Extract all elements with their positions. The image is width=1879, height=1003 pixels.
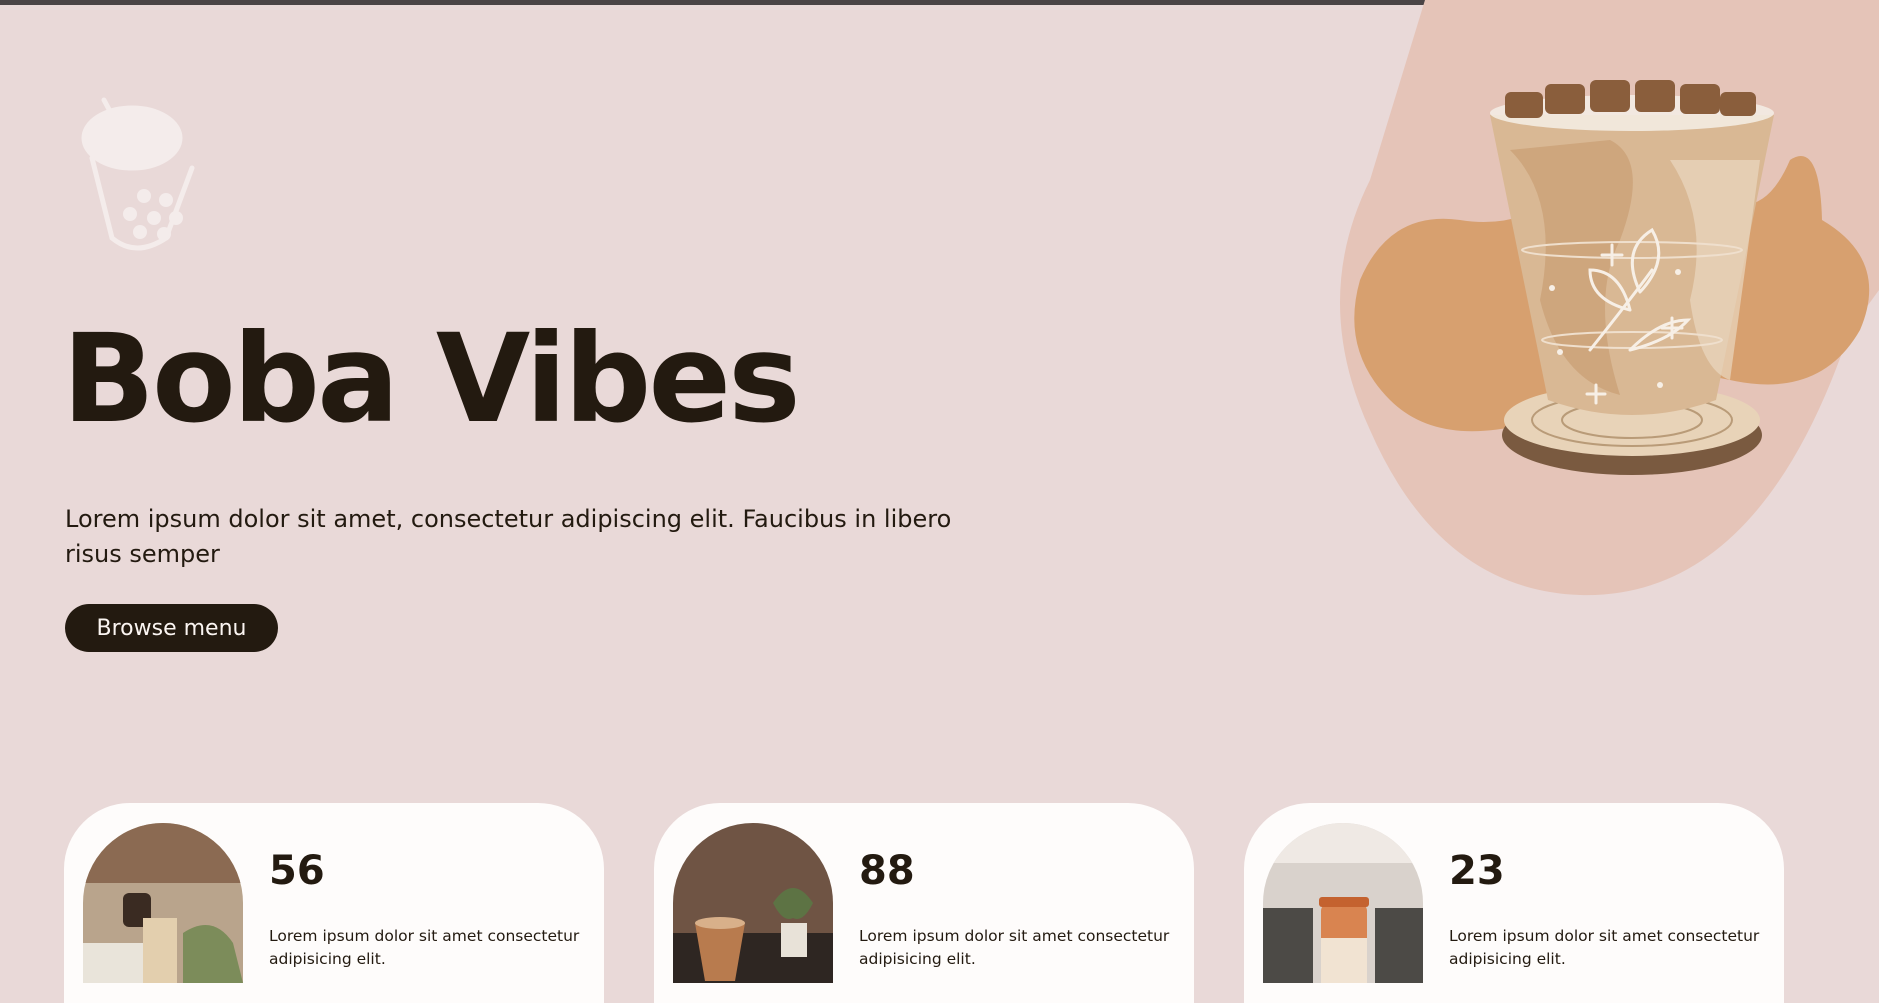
stat-card: 88 Lorem ipsum dolor sit amet consectetu…: [654, 803, 1194, 1003]
stat-description: Lorem ipsum dolor sit amet consectetur a…: [269, 927, 580, 968]
stat-description: Lorem ipsum dolor sit amet consectetur a…: [1449, 927, 1760, 968]
stat-card: 23 Lorem ipsum dolor sit amet consectetu…: [1244, 803, 1784, 1003]
hero-description: Lorem ipsum dolor sit amet, consectetur …: [65, 505, 952, 568]
browse-menu-button[interactable]: Browse menu: [65, 604, 278, 652]
stat-number: 88: [859, 848, 915, 894]
page-title: Boba Vibes: [62, 308, 801, 450]
card-photo: [83, 823, 243, 983]
boba-cup-icon: [74, 88, 214, 258]
stat-number: 56: [269, 848, 325, 894]
iced-coffee-cup-icon: [1290, 0, 1879, 600]
card-photo: [1263, 823, 1423, 983]
stat-card: 56 Lorem ipsum dolor sit amet consectetu…: [64, 803, 604, 1003]
card-photo: [673, 823, 833, 983]
stat-description: Lorem ipsum dolor sit amet consectetur a…: [859, 927, 1170, 968]
stat-number: 23: [1449, 848, 1505, 894]
